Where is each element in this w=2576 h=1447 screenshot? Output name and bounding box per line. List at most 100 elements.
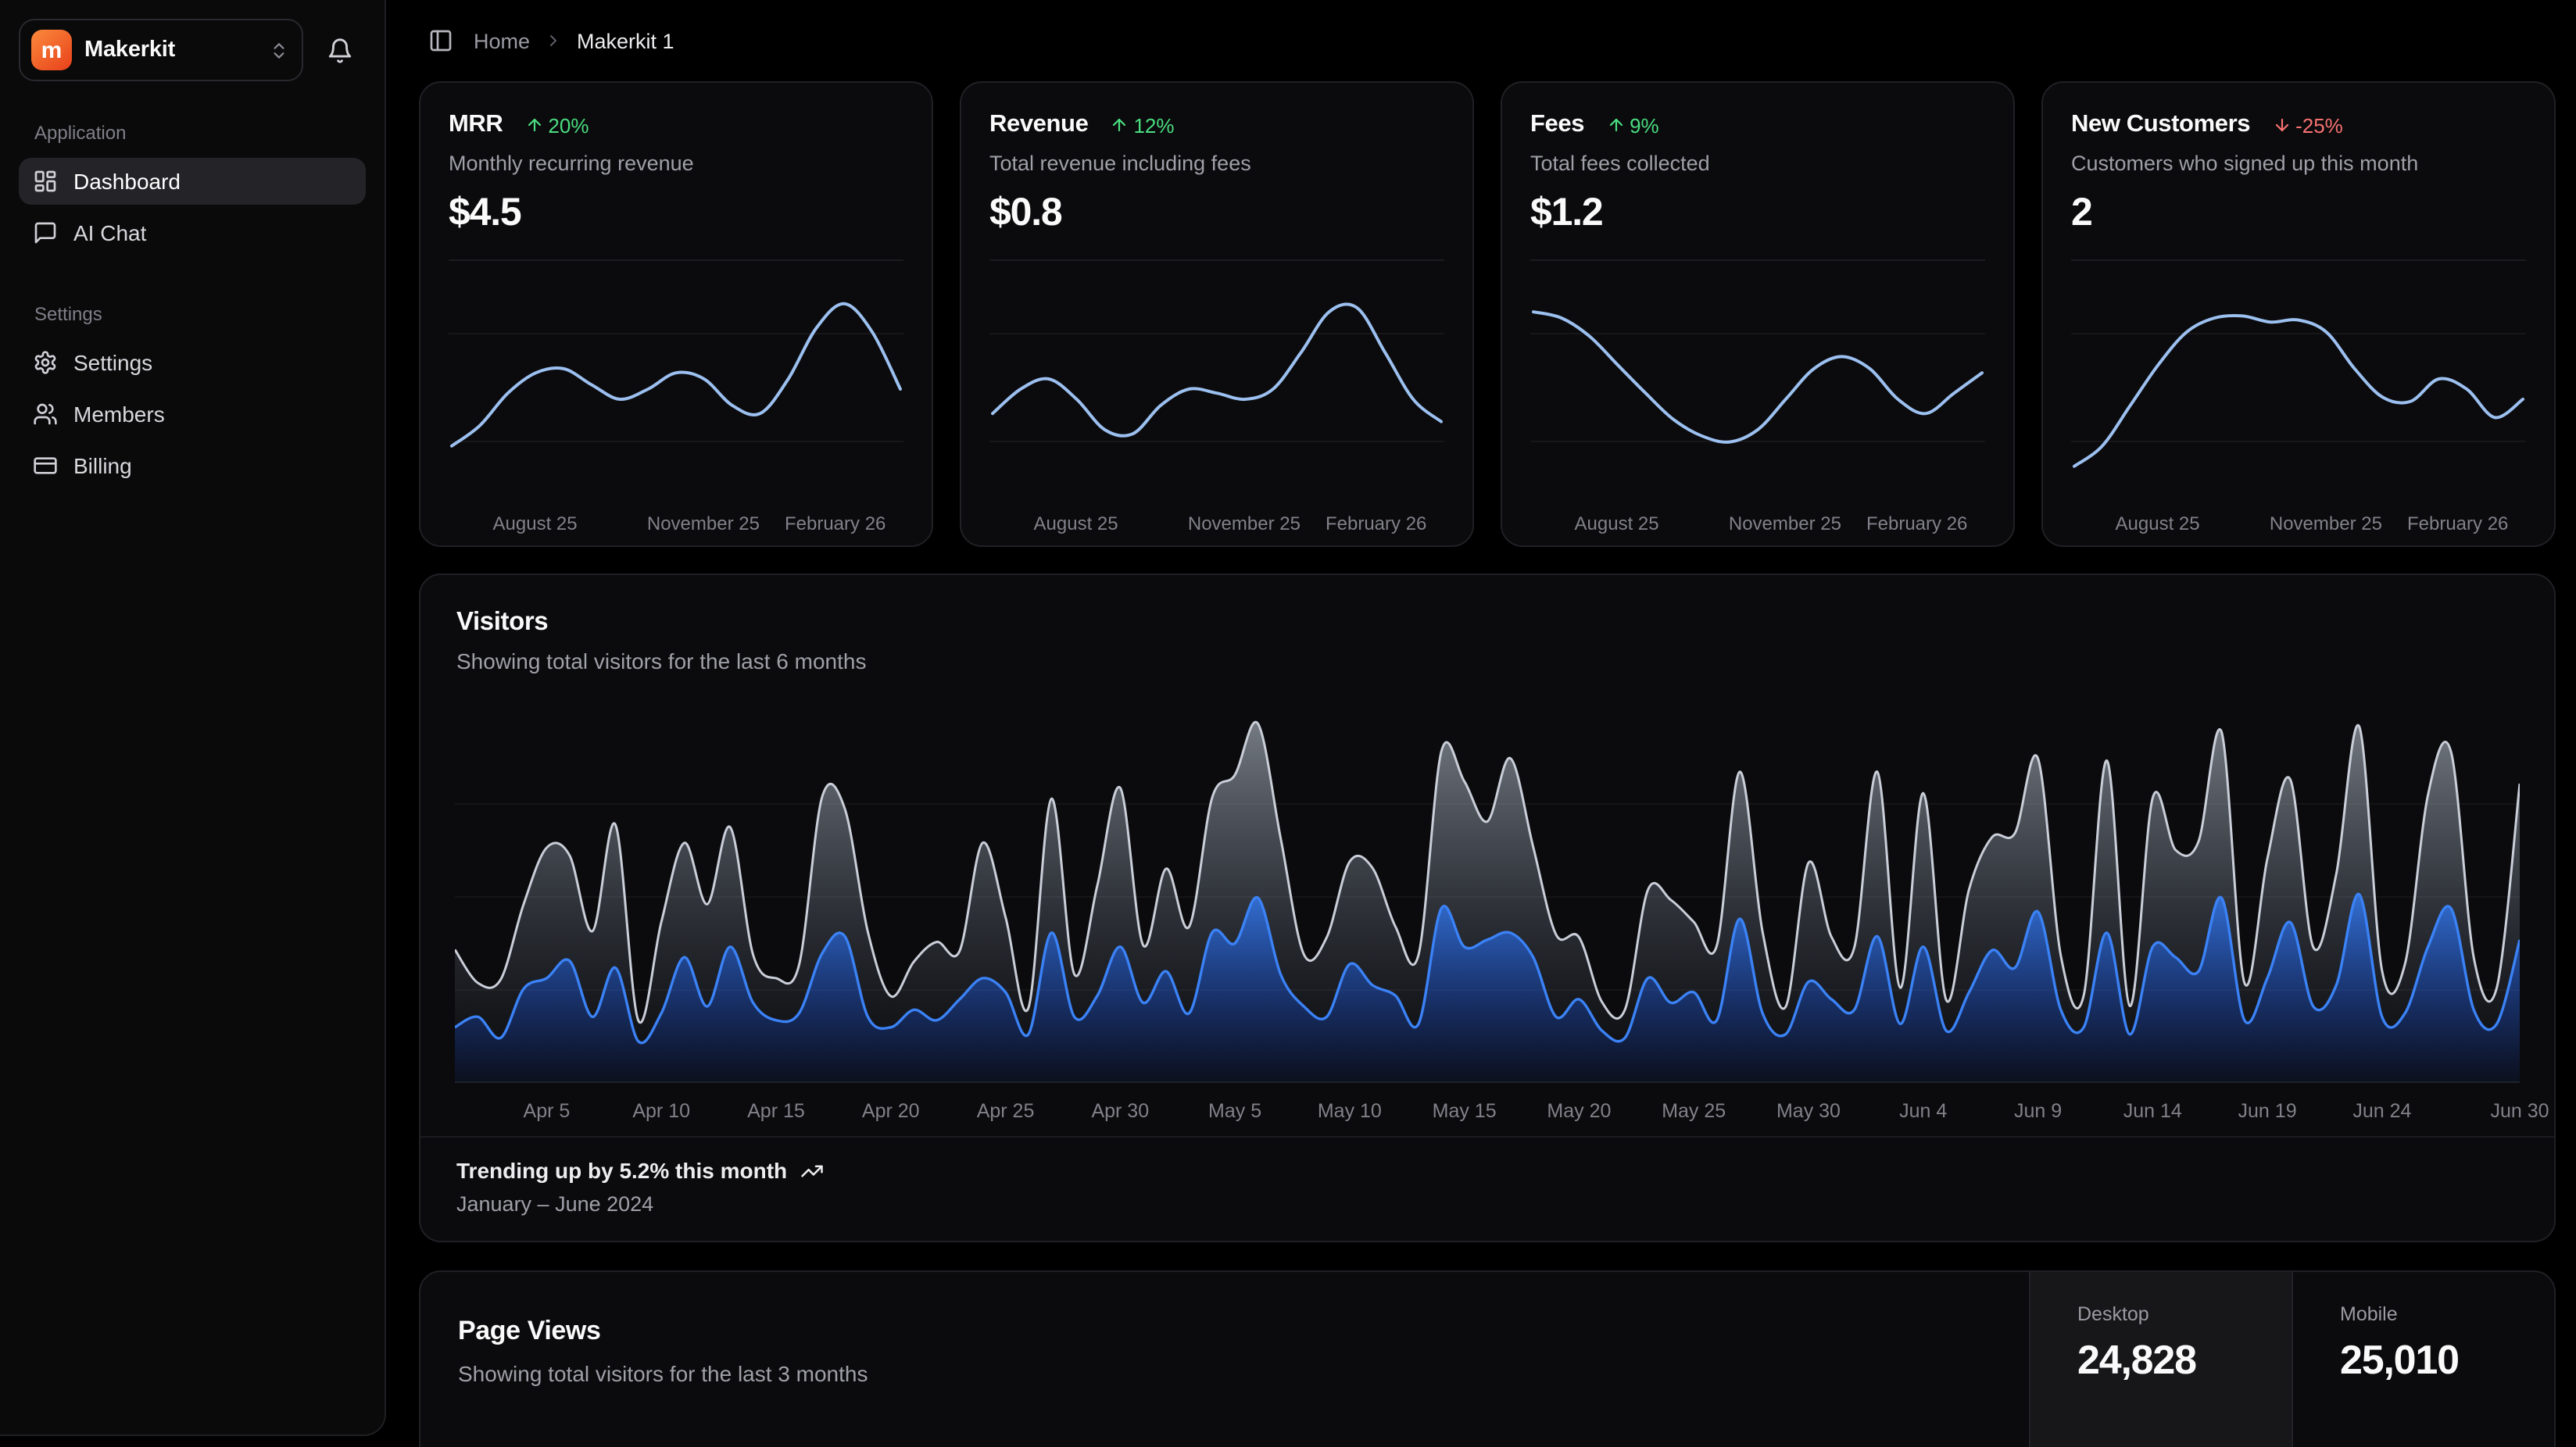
visitors-subtitle: Showing total visitors for the last 6 mo… [456,648,2518,673]
sparkline-chart [989,270,1444,505]
sparkline-chart [2071,270,2526,505]
sidebar-item-settings[interactable]: Settings [19,339,366,386]
sidebar-toggle-button[interactable] [422,22,460,59]
sidebar-item-label: Settings [73,350,152,375]
chat-bubble-icon [33,220,58,245]
sparkline-x-labels: August 25 November 25 February 26 [2071,505,2526,545]
tab-mobile[interactable]: Mobile 25,010 [2292,1272,2554,1447]
gear-icon [33,350,58,375]
x-tick-label: Apr 30 [1091,1100,1149,1122]
sidebar-item-dashboard[interactable]: Dashboard [19,158,366,205]
logo-letter: m [41,37,63,63]
notifications-button[interactable] [313,23,366,77]
workspace-name: Makerkit [84,38,256,63]
sidebar-item-ai-chat[interactable]: AI Chat [19,209,366,256]
x-tick-label: November 25 [1729,513,1841,534]
tab-label: Desktop [2077,1303,2149,1325]
workspace-selector[interactable]: m Makerkit [19,19,303,81]
sidebar-item-label: Members [73,402,165,427]
breadcrumb-home[interactable]: Home [474,29,530,52]
sidebar: m Makerkit Application Dashboard [0,0,386,1436]
x-tick-label: Apr 5 [524,1100,571,1122]
sidebar-section-settings: Settings [34,303,350,325]
visitors-header: Visitors Showing total visitors for the … [420,608,2554,673]
stat-card-new-customers: New Customers -25% Customers who signed … [2041,81,2556,547]
sparkline-x-labels: August 25 November 25 February 26 [449,505,903,545]
breadcrumb: Home Makerkit 1 [419,0,2556,81]
visitors-title: Visitors [456,608,2518,638]
stat-value: 2 [2071,191,2526,236]
page-views-header: Page Views Showing total visitors for th… [420,1272,2029,1447]
workspace-row: m Makerkit [19,19,366,81]
x-tick-label: Apr 15 [747,1100,805,1122]
x-tick-label: Jun 14 [2123,1100,2182,1122]
x-tick-label: August 25 [493,513,578,534]
x-tick-label: February 26 [1866,513,1967,534]
bell-icon [326,37,352,63]
trend-value: 9% [1630,113,1659,137]
main-content: Home Makerkit 1 MRR 20% Monthly recurrin… [386,0,2576,1447]
arrow-up-icon [1606,116,1625,134]
users-icon [33,402,58,427]
sidebar-item-members[interactable]: Members [19,391,366,438]
stat-value: $4.5 [449,191,903,236]
stat-head: MRR 20% [449,111,903,139]
panel-left-icon [428,28,453,53]
x-tick-label: Jun 4 [1899,1100,1947,1122]
x-tick-label: August 25 [1575,513,1659,534]
x-tick-label: Jun 19 [2238,1100,2297,1122]
sparkline-chart [1530,270,1985,505]
stats-grid: MRR 20% Monthly recurring revenue $4.5 A… [419,81,2556,547]
x-tick-label: August 25 [2116,513,2200,534]
x-tick-label: May 5 [1208,1100,1261,1122]
sidebar-item-label: AI Chat [73,220,146,245]
chevron-right-icon [544,31,563,50]
app-root: m Makerkit Application Dashboard [0,0,2576,1447]
x-tick-label: August 25 [1034,513,1118,534]
tab-desktop[interactable]: Desktop 24,828 [2029,1272,2292,1447]
arrow-up-icon [524,116,543,134]
sparkline-section: August 25 November 25 February 26 [2071,259,2526,545]
visitors-chart [455,711,2520,1083]
visitors-x-axis: Apr 5Apr 10Apr 15Apr 20Apr 25Apr 30May 5… [455,1089,2520,1136]
tab-value: 25,010 [2340,1336,2459,1384]
x-tick-label: November 25 [1188,513,1301,534]
stat-card-revenue: Revenue 12% Total revenue including fees… [960,81,1474,547]
x-tick-label: Apr 20 [862,1100,920,1122]
x-tick-label: Jun 9 [2014,1100,2062,1122]
sparkline-section: August 25 November 25 February 26 [1530,259,1985,545]
stat-head: New Customers -25% [2071,111,2526,139]
trend-badge: -25% [2272,113,2343,137]
trending-up-icon [800,1159,823,1182]
sparkline-section: August 25 November 25 February 26 [989,259,1444,545]
stat-value: $0.8 [989,191,1444,236]
trend-badge: 12% [1110,113,1174,137]
credit-card-icon [33,453,58,478]
stat-head: Revenue 12% [989,111,1444,139]
arrow-down-icon [2272,116,2291,134]
stat-subtitle: Total fees collected [1530,152,1985,175]
visitors-chart-area [420,711,2554,1083]
visitors-card: Visitors Showing total visitors for the … [419,573,2556,1242]
arrow-up-icon [1110,116,1129,134]
x-tick-label: Jun 24 [2352,1100,2411,1122]
sparkline-chart [449,270,903,505]
trend-value: 12% [1133,113,1174,137]
x-tick-label: February 26 [785,513,886,534]
sidebar-item-billing[interactable]: Billing [19,442,366,489]
stat-title: Revenue [989,111,1088,139]
x-tick-label: May 10 [1318,1100,1382,1122]
sidebar-item-label: Billing [73,453,132,478]
sparkline-x-labels: August 25 November 25 February 26 [989,505,1444,545]
visitors-footer: Trending up by 5.2% this month January –… [420,1136,2554,1241]
tab-value: 24,828 [2077,1336,2196,1384]
stat-value: $1.2 [1530,191,1985,236]
stat-subtitle: Total revenue including fees [989,152,1444,175]
trend-badge: 20% [524,113,589,137]
sidebar-nav-settings: Settings Members Billing [19,339,366,489]
trend-text: Trending up by 5.2% this month [456,1158,787,1183]
page-views-tabs: Desktop 24,828 Mobile 25,010 [2029,1272,2554,1447]
x-tick-label: Apr 25 [977,1100,1035,1122]
stat-subtitle: Customers who signed up this month [2071,152,2526,175]
x-tick-label: May 25 [1662,1100,1726,1122]
